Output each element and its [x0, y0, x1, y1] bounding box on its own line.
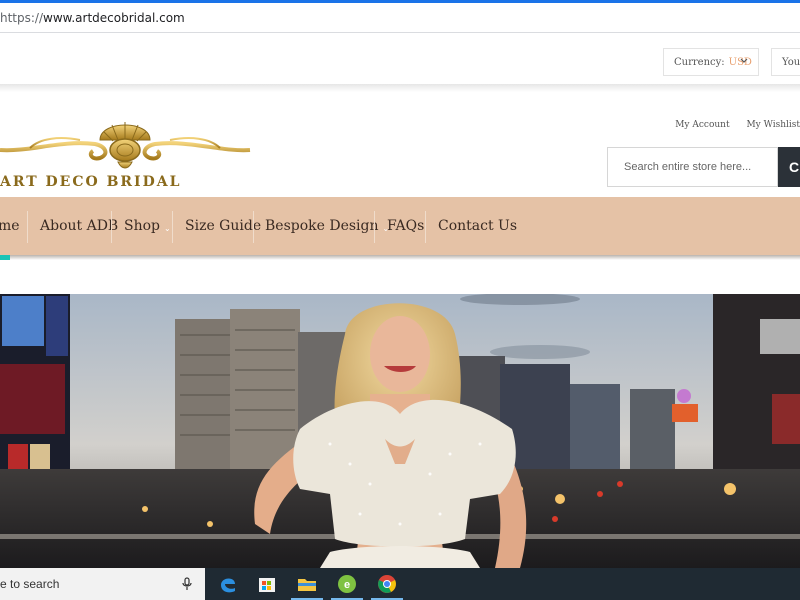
nav-home[interactable]: me	[0, 197, 20, 255]
dreamweaver-icon[interactable]: e	[327, 568, 367, 600]
nav-about[interactable]: About ADB	[40, 197, 118, 255]
logo-wordmark: ART DECO BRIDAL	[0, 174, 182, 190]
my-wishlist-link[interactable]: My Wishlist	[746, 120, 800, 130]
edge-icon[interactable]	[207, 568, 247, 600]
search-button[interactable]: C	[778, 147, 800, 187]
url-scheme: https://	[0, 11, 44, 25]
chevron-down-icon	[739, 55, 749, 65]
file-explorer-icon[interactable]	[287, 568, 327, 600]
url-text[interactable]: https://www.artdecobridal.com	[0, 11, 185, 25]
hero-banner-image[interactable]	[0, 294, 800, 568]
nav-faqs[interactable]: FAQs	[387, 197, 424, 255]
nav-shop[interactable]: Shop ⌄	[124, 197, 171, 255]
currency-label: Currency:	[674, 56, 725, 68]
spacer	[0, 260, 800, 294]
nav-faqs-label: FAQs	[387, 218, 425, 234]
taskbar-search-placeholder: e to search	[0, 577, 60, 591]
top-bar: Currency: USD Your	[0, 34, 800, 88]
nav-contact-label: Contact Us	[438, 218, 518, 234]
search-input[interactable]: Search entire store here...	[607, 147, 778, 187]
nav-home-label: me	[0, 218, 20, 234]
nav-divider	[374, 211, 375, 243]
nav-about-label: About ADB	[40, 218, 119, 234]
nav-divider	[253, 211, 254, 243]
taskbar-search-box[interactable]: e to search	[0, 568, 205, 600]
nav-bespoke-label: Bespoke Design	[265, 218, 379, 234]
store-icon[interactable]	[247, 568, 287, 600]
nav-shop-label: Shop	[124, 218, 160, 234]
currency-selector[interactable]: Currency: USD	[663, 48, 759, 76]
nav-divider	[27, 211, 28, 243]
nav-bespoke[interactable]: Bespoke Design ⌄	[265, 197, 389, 255]
nav-divider	[425, 211, 426, 243]
account-links: My Account My Wishlist	[661, 120, 800, 130]
nav-size-guide-label: Size Guide	[185, 218, 262, 234]
your-account-selector[interactable]: Your	[771, 48, 800, 76]
microphone-icon[interactable]	[180, 577, 194, 591]
svg-text:e: e	[344, 579, 350, 591]
nav-contact[interactable]: Contact Us	[438, 197, 517, 255]
header-shadow	[0, 84, 800, 92]
url-host: www.artdecobridal.com	[43, 11, 185, 25]
my-account-link[interactable]: My Account	[675, 120, 729, 130]
address-bar[interactable]: https://www.artdecobridal.com	[0, 3, 800, 33]
nav-size-guide[interactable]: Size Guide	[185, 197, 261, 255]
windows-taskbar: e to search e	[0, 568, 800, 600]
search-icon: C	[789, 159, 800, 175]
chevron-down-icon: ⌄	[164, 223, 171, 233]
your-label: Your	[782, 56, 800, 68]
chrome-icon[interactable]	[367, 568, 407, 600]
nav-divider	[172, 211, 173, 243]
nav-divider	[111, 211, 112, 243]
site-header: ART DECO BRIDAL My Account My Wishlist S…	[0, 92, 800, 196]
main-nav: me About ADB Shop ⌄ Size Guide Bespoke De…	[0, 197, 800, 255]
